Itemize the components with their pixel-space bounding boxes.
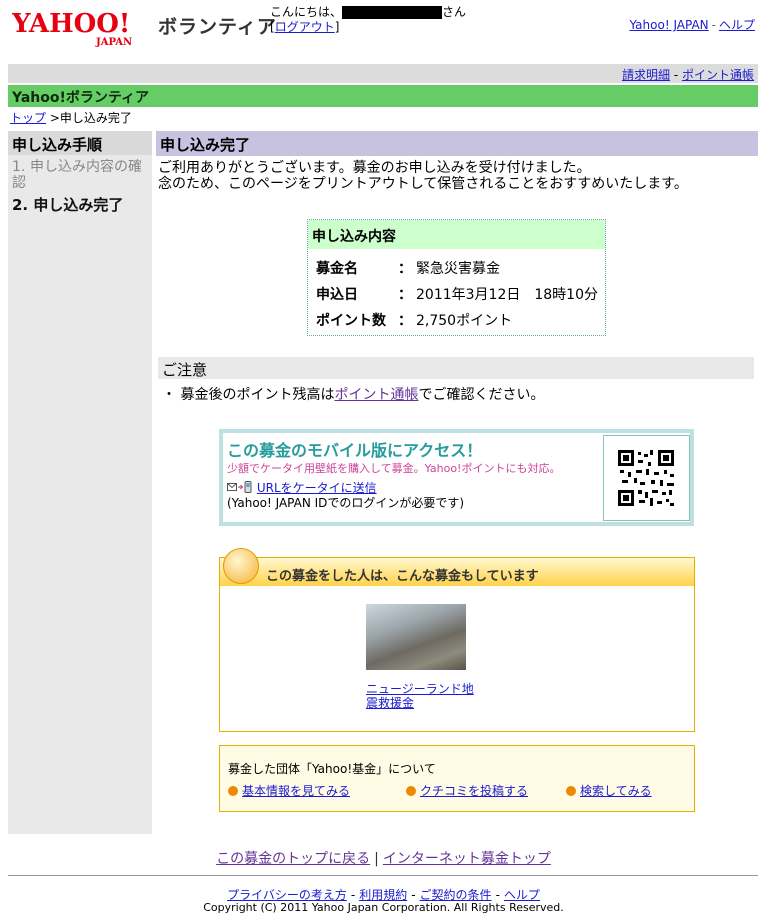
qr-code (603, 435, 690, 521)
privacy-link[interactable]: プライバシーの考え方 (227, 888, 347, 902)
page-title-bar: 申し込み完了 (156, 131, 758, 156)
notice-text: ・ 募金後のポイント残高はポイント通帳でご確認ください。 (162, 387, 545, 403)
footer-divider (8, 875, 758, 876)
people-icon (223, 548, 259, 584)
notice-heading-bar: ご注意 (158, 357, 754, 379)
section-title: Yahoo!ボランティア (12, 90, 150, 106)
summary-title: 申し込み内容 (312, 229, 396, 245)
org-title: 募金した団体「Yahoo!基金」について (228, 762, 436, 776)
footer-help-link[interactable]: ヘルプ (504, 888, 540, 902)
arrow-bullet-icon (228, 786, 238, 796)
thank-you-message: ご利用ありがとうございます。募金のお申し込みを受け付けました。 念のため、このペ… (158, 160, 688, 192)
related-title: この募金をした人は、こんな募金もしています (266, 569, 539, 584)
login-note: (Yahoo! JAPAN IDでのログインが必要です) (227, 496, 465, 510)
post-review-link[interactable]: クチコミを投稿する (420, 784, 528, 798)
send-url-to-phone-link[interactable]: URLをケータイに送信 (257, 481, 377, 495)
yahoo-japan-logo[interactable]: YAHOO! JAPAN (11, 8, 152, 48)
yahoo-japan-link[interactable]: Yahoo! JAPAN (630, 18, 709, 32)
notice-point-passbook-link[interactable]: ポイント通帳 (334, 387, 418, 403)
billing-statement-link[interactable]: 請求明細 (622, 68, 670, 82)
internet-donation-top-link[interactable]: インターネット募金トップ (383, 851, 551, 867)
summary-row: 申込日： 2011年3月12日 18時10分 (316, 287, 598, 303)
account-bar: 請求明細 - ポイント通帳 (8, 64, 758, 83)
help-link[interactable]: ヘルプ (719, 18, 755, 32)
logout-link[interactable]: ログアウト (275, 20, 335, 34)
steps-title: 申し込み手順 (12, 136, 103, 154)
contract-terms-link[interactable]: ご契約の条件 (420, 888, 492, 902)
earthquake-photo[interactable] (366, 604, 466, 670)
arrow-bullet-icon (406, 786, 416, 796)
header-links: Yahoo! JAPAN - ヘルプ (629, 18, 756, 32)
mobile-title: この募金のモバイル版にアクセス！ (227, 441, 483, 460)
site-brand: ボランティア (158, 16, 277, 38)
bottom-navigation: この募金のトップに戻る | インターネット募金トップ (216, 851, 551, 867)
breadcrumb: トップ >申し込み完了 (10, 111, 132, 125)
user-greeting: こんにちは、 さん [ログアウト] (270, 5, 467, 34)
donation-top-link[interactable]: この募金のトップに戻る (216, 851, 370, 867)
point-passbook-link[interactable]: ポイント通帳 (682, 68, 754, 82)
step-complete: 2. 申し込み完了 (12, 196, 124, 214)
logo-main-text: YAHOO! (12, 9, 130, 39)
arrow-bullet-icon (566, 786, 576, 796)
page-title: 申し込み完了 (160, 136, 251, 154)
summary-row: 募金名：緊急災害募金 (316, 261, 500, 277)
section-title-bar: Yahoo!ボランティア (8, 85, 758, 107)
basic-info-link[interactable]: 基本情報を見てみる (242, 784, 350, 798)
mobile-version-box: この募金のモバイル版にアクセス！ 少額でケータイ用壁紙を購入して募金。Yahoo… (219, 429, 694, 526)
copyright: Copyright (C) 2011 Yahoo Japan Corporati… (203, 901, 564, 914)
redacted-username (342, 6, 443, 19)
summary-row: ポイント数： 2,750ポイント (316, 313, 513, 329)
mail-phone-icon (227, 481, 257, 495)
terms-link[interactable]: 利用規約 (359, 888, 407, 902)
mobile-subtitle: 少額でケータイ用壁紙を購入して募金。Yahoo!ポイントにも対応。 (227, 462, 561, 475)
logo-sub-text: JAPAN (95, 37, 132, 48)
notice-title: ご注意 (162, 361, 208, 379)
breadcrumb-top-link[interactable]: トップ (10, 111, 46, 125)
step-confirm: 1. 申し込み内容の確認 (12, 159, 142, 191)
organization-info-box: 募金した団体「Yahoo!基金」について 基本情報を見てみる クチコミを投稿する… (219, 745, 695, 812)
steps-sidebar: 申し込み手順 1. 申し込み内容の確認 2. 申し込み完了 (8, 131, 152, 834)
search-link[interactable]: 検索してみる (580, 784, 652, 798)
application-summary: 申し込み内容 募金名：緊急災害募金 申込日： 2011年3月12日 18時10分 … (307, 219, 606, 336)
breadcrumb-current: 申し込み完了 (59, 111, 132, 125)
related-donation-link[interactable]: ニュージーランド地震救援金 (366, 682, 476, 710)
related-donations-box: この募金をした人は、こんな募金もしています ニュージーランド地震救援金 (219, 548, 695, 732)
